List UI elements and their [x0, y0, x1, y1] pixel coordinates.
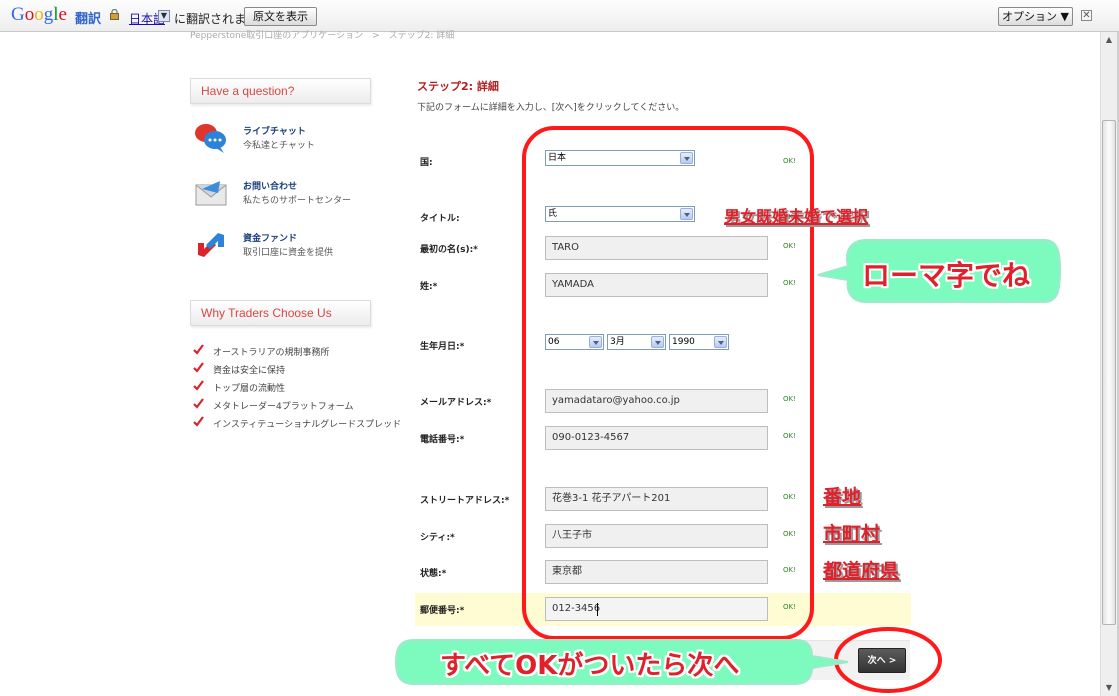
first-name-label: 最初の名(s):*: [420, 245, 478, 255]
lock-icon: [110, 9, 119, 20]
checkmark-icon: [193, 380, 204, 391]
breadcrumb: Pepperstone取引口座のアプリケーション > ステップ2: 詳細: [190, 31, 455, 41]
state-label: 状態:*: [420, 569, 447, 579]
live-chat-subtitle: 今私達とチャット: [243, 141, 315, 151]
contact-subtitle: 私たちのサポートセンター: [243, 196, 352, 206]
checkmark-icon: [193, 362, 204, 373]
first-name-input[interactable]: TARO: [545, 236, 768, 260]
romaji-note-annotation: ローマ字でね: [862, 259, 1031, 292]
contact-title[interactable]: お問い合わせ: [243, 179, 297, 192]
state-input[interactable]: 東京都: [545, 560, 768, 584]
birth-day-select[interactable]: 06: [545, 334, 604, 350]
postal-input[interactable]: 012-3456: [545, 597, 768, 621]
ok-indicator: OK!: [783, 279, 796, 287]
options-button[interactable]: オプション ▼: [998, 7, 1073, 26]
street-label: ストリートアドレス:*: [420, 496, 510, 506]
chevron-down-icon[interactable]: [680, 152, 693, 164]
birth-month-select[interactable]: 3月: [607, 334, 666, 350]
vertical-scrollbar[interactable]: ▲ ▼: [1100, 32, 1117, 696]
chat-bubbles-icon: [195, 124, 226, 153]
step-description: 下記のフォームに詳細を入力し、[次へ]をクリックしてください。: [417, 103, 685, 113]
chevron-down-icon[interactable]: [680, 208, 693, 220]
select-note-annotation: 男女既婚未婚で選択: [724, 207, 869, 226]
city-note-annotation: 市町村: [823, 523, 881, 545]
country-select[interactable]: 日本: [545, 150, 695, 166]
fund-title[interactable]: 資金ファンド: [243, 231, 297, 244]
email-input[interactable]: yamadataro@yahoo.co.jp: [545, 389, 768, 413]
translate-service-label[interactable]: 翻訳: [75, 8, 101, 27]
ok-indicator: OK!: [783, 395, 796, 403]
why-traders-heading: Why Traders Choose Us: [190, 300, 371, 326]
next-note-annotation: すべてOKがついたら次へ: [440, 651, 740, 681]
email-label: メールアドレス:*: [420, 398, 492, 408]
title-select[interactable]: 氏: [545, 206, 695, 222]
chevron-down-icon[interactable]: [589, 336, 602, 348]
scroll-up-arrow-icon[interactable]: ▲: [1101, 32, 1117, 48]
chevron-down-icon[interactable]: [651, 336, 664, 348]
ok-indicator: OK!: [783, 432, 796, 440]
ok-indicator: OK!: [783, 157, 796, 165]
live-chat-title[interactable]: ライブチャット: [243, 124, 306, 137]
close-icon[interactable]: ✕: [1081, 10, 1092, 21]
chevron-down-icon[interactable]: ▼: [158, 10, 170, 22]
checkmark-icon: [193, 344, 204, 355]
last-name-label: 姓:*: [420, 282, 438, 292]
ok-indicator: OK!: [783, 566, 796, 574]
show-original-button[interactable]: 原文を表示: [244, 7, 317, 26]
envelope-icon: [195, 181, 227, 206]
scroll-thumb[interactable]: [1102, 120, 1116, 625]
prefecture-note-annotation: 都道府県: [823, 560, 900, 582]
google-logo[interactable]: Google: [11, 4, 67, 26]
country-label: 国:: [420, 158, 433, 168]
title-label: タイトル:: [420, 214, 460, 224]
ok-indicator: OK!: [783, 242, 796, 250]
checkmark-icon: [193, 416, 204, 427]
chevron-down-icon[interactable]: [714, 336, 727, 348]
postal-label: 郵便番号:*: [420, 606, 465, 616]
checkmark-icon: [193, 398, 204, 409]
city-label: シティ:*: [420, 533, 455, 543]
step-title: ステップ2: 詳細: [417, 80, 499, 93]
ok-indicator: OK!: [783, 603, 796, 611]
street-input[interactable]: 花巻3-1 花子アパート201: [545, 487, 768, 511]
scroll-down-arrow-icon[interactable]: ▼: [1101, 680, 1117, 696]
question-heading: Have a question?: [190, 78, 371, 104]
phone-input[interactable]: 090-0123-4567: [545, 426, 768, 450]
text-caret: [597, 603, 598, 616]
banchi-note-annotation: 番地: [823, 486, 862, 508]
birth-date-label: 生年月日:*: [420, 342, 465, 352]
transfer-arrows-icon: [198, 233, 224, 257]
ok-indicator: OK!: [783, 530, 796, 538]
ok-indicator: OK!: [783, 493, 796, 501]
last-name-input[interactable]: YAMADA: [545, 273, 768, 297]
phone-label: 電話番号:*: [420, 435, 465, 445]
city-input[interactable]: 八王子市: [545, 524, 768, 548]
fund-subtitle: 取引口座に資金を提供: [243, 248, 334, 258]
birth-year-select[interactable]: 1990: [669, 334, 729, 350]
translate-toolbar: Google 翻訳 日本語 ▼ に翻訳されました 原文を表示 オプション ▼ ✕: [0, 0, 1119, 32]
next-button[interactable]: 次へ >: [858, 648, 906, 673]
